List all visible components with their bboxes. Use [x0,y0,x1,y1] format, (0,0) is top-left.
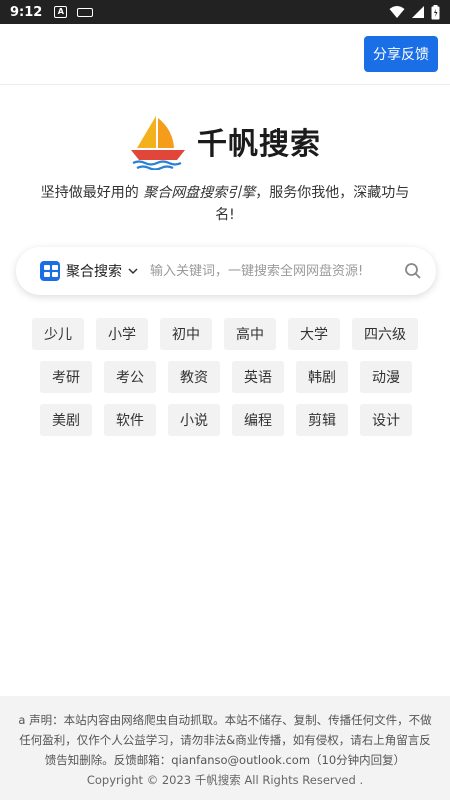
app-notification-icon: A [54,6,68,18]
footer-copyright: Copyright © 2023 千帆搜索 All Rights Reserve… [86,773,364,787]
tag-item[interactable]: 韩剧 [296,361,348,393]
keyboard-icon [77,7,94,17]
tag-row: 考研 考公 教资 英语 韩剧 动漫 [32,361,422,393]
search-bar: 聚合搜索 [16,247,436,295]
tag-item[interactable]: 英语 [232,361,284,393]
tag-item[interactable]: 教资 [168,361,220,393]
battery-icon [431,4,440,19]
category-tags: 少儿 小学 初中 高中 大学 四六级 考研 考公 教资 英语 韩剧 动漫 美剧 … [32,318,422,447]
tagline-text-start: 坚持做最好用的 [40,185,144,201]
tag-item[interactable]: 大学 [288,318,340,350]
top-bar: 分享反馈 [0,24,450,85]
tag-item[interactable]: 设计 [360,404,412,436]
status-time: 9:12 [10,4,43,20]
wifi-icon [389,6,405,18]
share-feedback-button[interactable]: 分享反馈 [364,36,438,72]
tag-row: 美剧 软件 小说 编程 剪辑 设计 [32,404,422,436]
tag-item[interactable]: 软件 [104,404,156,436]
tagline-highlight: 聚合网盘搜索引擎 [143,185,256,201]
tag-item[interactable]: 小说 [168,404,220,436]
search-engine-selector[interactable]: 聚合搜索 [40,261,138,281]
logo: 千帆搜索 [0,112,450,170]
tag-item[interactable]: 考公 [104,361,156,393]
tag-item[interactable]: 初中 [160,318,212,350]
sailboat-logo-icon [131,116,185,170]
tag-row: 少儿 小学 初中 高中 大学 四六级 [32,318,422,350]
tag-item[interactable]: 少儿 [32,318,84,350]
footer-disclaimer: a 声明：本站内容由网络爬虫自动抓取。本站不储存、复制、传播任何文件，不做任何盈… [18,713,432,767]
search-input[interactable] [150,263,404,279]
chevron-down-icon [128,268,138,275]
tag-item[interactable]: 四六级 [352,318,418,350]
status-bar: 9:12 A [0,0,450,24]
footer: a 声明：本站内容由网络爬虫自动抓取。本站不储存、复制、传播任何文件，不做任何盈… [0,696,450,800]
signal-icon [412,6,424,18]
tag-item[interactable]: 编程 [232,404,284,436]
site-title: 千帆搜索 [197,127,321,162]
tag-item[interactable]: 剪辑 [296,404,348,436]
tagline: 坚持做最好用的 聚合网盘搜索引擎，服务你我他，深藏功与名! [40,182,410,226]
tag-item[interactable]: 美剧 [40,404,92,436]
search-icon[interactable] [404,262,422,280]
search-engine-label: 聚合搜索 [66,264,122,280]
grid-apps-icon [40,261,60,281]
tag-item[interactable]: 动漫 [360,361,412,393]
tag-item[interactable]: 小学 [96,318,148,350]
tag-item[interactable]: 考研 [40,361,92,393]
tag-item[interactable]: 高中 [224,318,276,350]
